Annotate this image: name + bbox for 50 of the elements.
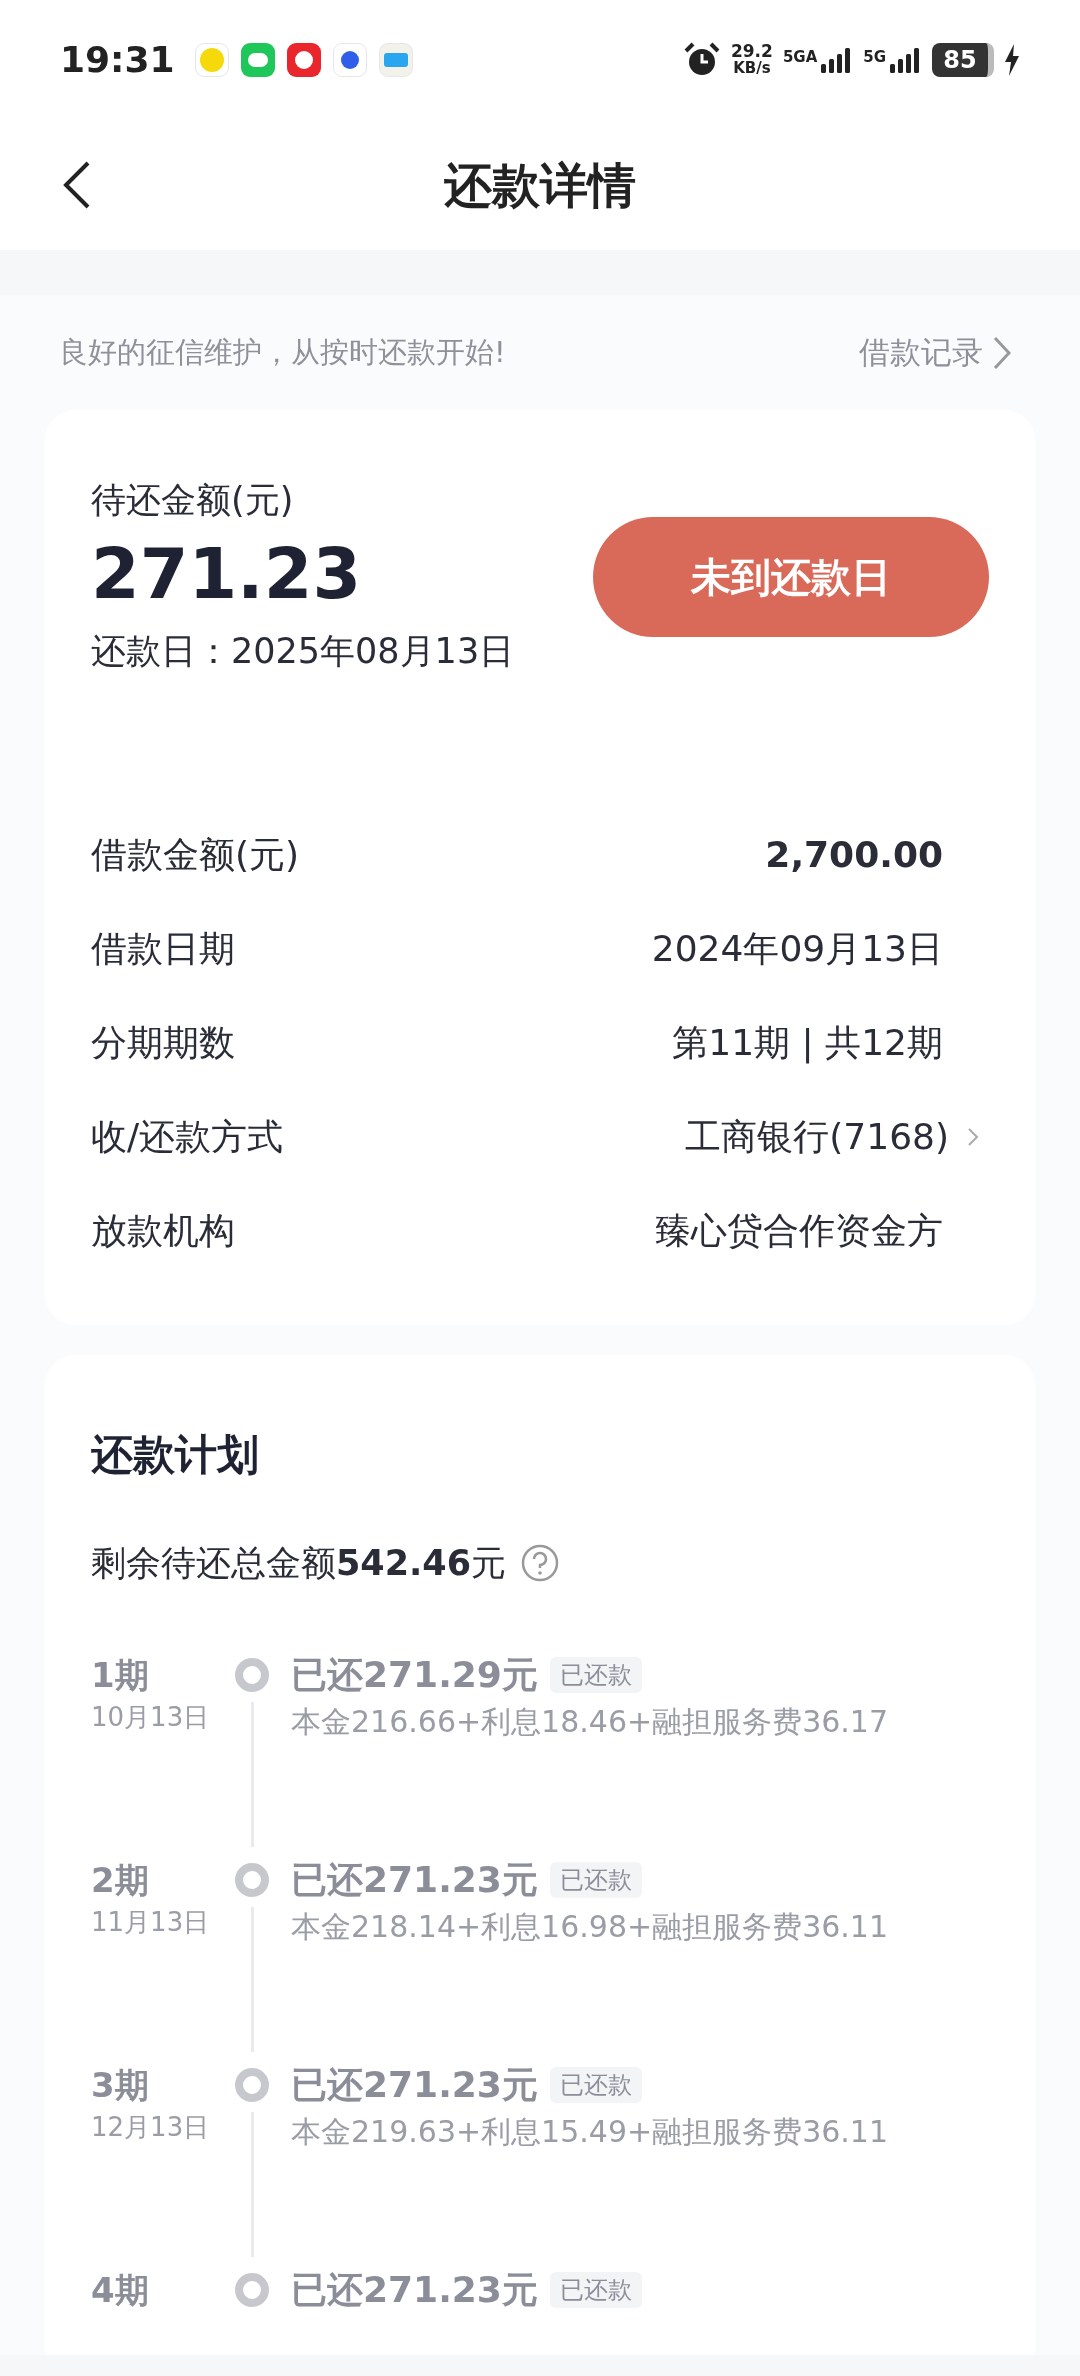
paid-amount: 已还271.23元	[291, 2062, 538, 2107]
paid-amount: 已还271.23元	[291, 2267, 538, 2312]
loan-records-link[interactable]: 借款记录	[859, 329, 1011, 376]
battery-level: 85	[932, 43, 994, 77]
period-label: 4期	[91, 2268, 150, 2312]
wallet-app-icon	[378, 43, 413, 77]
due-date: 还款日：2025年08月13日	[91, 630, 515, 673]
remaining-total: 剩余待还总金额542.46元	[91, 1542, 507, 1585]
network-speed: 29.2	[730, 43, 773, 60]
detail-label: 借款日期	[91, 927, 235, 971]
detail-value: 2,700.00	[765, 833, 943, 877]
paid-amount: 已还271.29元	[291, 1652, 538, 1697]
help-icon[interactable]	[520, 1543, 561, 1584]
status-tag: 已还款	[549, 1861, 642, 1898]
chevron-icon	[967, 1127, 979, 1147]
breakdown-text: 本金216.66+利息18.46+融担服务费36.17	[291, 1702, 888, 1741]
amount-label: 待还金额(元)	[91, 479, 295, 522]
detail-value: 2024年09月13日	[651, 927, 943, 971]
network-type: 5GA	[782, 47, 818, 68]
chat-app-icon	[240, 43, 275, 77]
detail-value: 臻心贷合作资金方	[655, 1209, 943, 1253]
period-label: 1期	[91, 1653, 150, 1697]
chevron-icon	[993, 335, 1011, 370]
plan-title: 还款计划	[91, 1429, 260, 1481]
network-type: 5G	[863, 47, 886, 68]
breakdown-text: 本金219.63+利息15.49+融担服务费36.11	[291, 2112, 888, 2151]
payment-method-link[interactable]: 工商银行(7168)	[685, 1110, 979, 1164]
tip-text: 良好的征信维护，从按时还款开始!	[59, 333, 506, 371]
back-icon[interactable]	[62, 160, 92, 210]
clock-time: 19:31	[60, 38, 175, 82]
status-tag: 已还款	[549, 2066, 642, 2103]
detail-label: 放款机构	[91, 1209, 235, 1253]
breakdown-text: 本金218.14+利息16.98+融担服务费36.11	[291, 1907, 888, 1946]
signal-icon	[888, 46, 922, 74]
period-label: 3期	[91, 2063, 150, 2107]
period-label: 2期	[91, 1858, 150, 1902]
network-speed-unit: KB/s	[733, 60, 771, 77]
status-tag: 已还款	[549, 2271, 642, 2308]
charging-icon	[1004, 44, 1020, 76]
detail-label: 收/还款方式	[91, 1115, 284, 1159]
page-title: 还款详情	[444, 156, 636, 215]
period-date: 12月13日	[91, 2110, 211, 2144]
period-date: 10月13日	[91, 1700, 211, 1734]
period-date: 11月13日	[91, 1905, 211, 1939]
detail-value: 第11期 | 共12期	[672, 1021, 943, 1066]
detail-label: 分期期数	[91, 1021, 235, 1065]
detail-label: 借款金额(元)	[91, 833, 300, 877]
due-amount: 271.23	[91, 532, 363, 617]
status-tag: 已还款	[549, 1656, 642, 1693]
paid-amount: 已还271.23元	[291, 1857, 538, 1902]
